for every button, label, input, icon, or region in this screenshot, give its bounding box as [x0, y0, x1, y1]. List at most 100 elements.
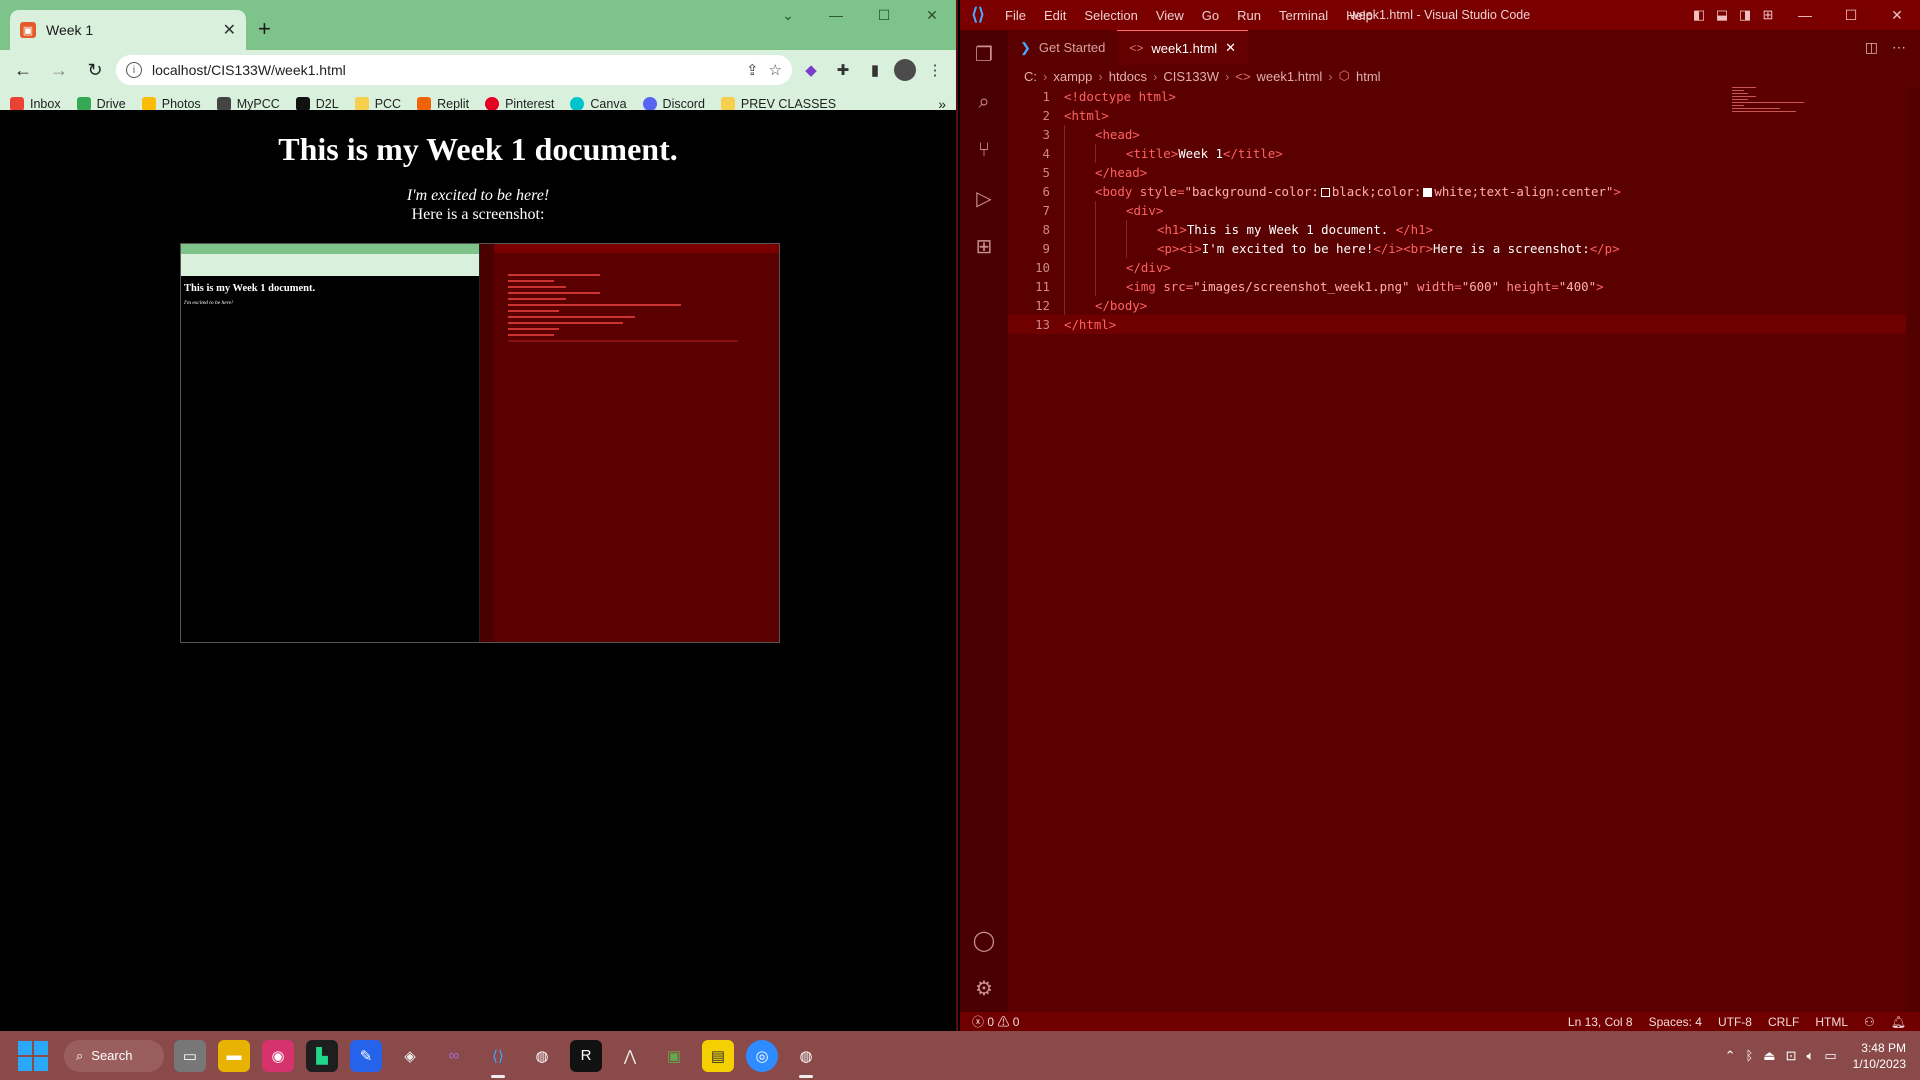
site-info-icon[interactable]: i — [126, 62, 142, 78]
toggle-panel-icon[interactable]: ⬓ — [1713, 7, 1731, 23]
toggle-sidebar-icon[interactable]: ◧ — [1690, 7, 1708, 23]
bookmark-drive[interactable]: Drive — [76, 96, 126, 111]
side-panel-icon[interactable]: ▮ — [862, 57, 888, 83]
minimize-button[interactable]: — — [1782, 7, 1828, 23]
menu-go[interactable]: Go — [1193, 8, 1228, 23]
notifications-bell-icon[interactable]: 🔔︎ — [1891, 1015, 1906, 1029]
taskbar-search[interactable]: ⌕ Search — [64, 1039, 164, 1072]
code-line[interactable]: 8 <h1>This is my Week 1 document. </h1> — [1008, 220, 1920, 239]
visual-studio-icon[interactable]: ∞ — [438, 1040, 470, 1072]
tab-get-started[interactable]: ❯ Get Started — [1008, 30, 1117, 65]
close-tab-icon[interactable]: ✕ — [1225, 40, 1236, 56]
run-debug-icon[interactable]: ▷ — [960, 174, 1008, 222]
sticky-notes-icon[interactable]: ▤ — [702, 1039, 734, 1072]
camera-app-icon[interactable]: ◉ — [262, 1039, 294, 1072]
windows-start-icon[interactable] — [18, 1040, 48, 1071]
bookmark-pcc[interactable]: PCC — [354, 96, 401, 111]
new-tab-button[interactable]: + — [258, 16, 271, 42]
rider-icon[interactable]: R — [570, 1039, 602, 1072]
toggle-secondary-sidebar-icon[interactable]: ◨ — [1736, 7, 1754, 23]
maximize-button[interactable]: ☐ — [1828, 7, 1874, 24]
code-line[interactable]: 9 <p><i>I'm excited to be here!</i><br>He… — [1008, 239, 1920, 258]
menu-run[interactable]: Run — [1228, 8, 1270, 23]
volume-icon[interactable]: 🔈︎ — [1807, 1048, 1815, 1064]
breadcrumb-item[interactable]: htdocs — [1109, 69, 1147, 84]
breadcrumb-item[interactable]: CIS133W — [1163, 69, 1219, 84]
code-line[interactable]: 7 <div> — [1008, 201, 1920, 220]
bookmark-pinterest[interactable]: Pinterest — [485, 96, 554, 111]
code-line[interactable]: 6 <body style="background-color: black;col… — [1008, 182, 1920, 201]
menu-help[interactable]: Help — [1337, 8, 1382, 23]
code-line[interactable]: 4 <title>Week 1</title> — [1008, 144, 1920, 163]
pycharm-icon[interactable]: ▙ — [306, 1039, 338, 1072]
breadcrumb-item[interactable]: week1.html — [1257, 69, 1323, 84]
clock[interactable]: 3:48 PM 1/10/2023 — [1853, 1040, 1906, 1072]
back-button[interactable]: ← — [8, 55, 38, 85]
battery-icon[interactable]: ▭ — [1824, 1048, 1836, 1064]
manage-gear-icon[interactable]: ⚙ — [960, 964, 1008, 1012]
breadcrumb-item[interactable]: html — [1356, 69, 1381, 84]
maximize-button[interactable]: ☐ — [860, 0, 908, 30]
profile-avatar[interactable] — [894, 59, 916, 81]
bluetooth-icon[interactable]: ᛒ — [1745, 1048, 1753, 1063]
chrome-profile-taskbar-icon[interactable]: ◍ — [790, 1040, 822, 1078]
menu-file[interactable]: File — [996, 8, 1035, 23]
bookmark-mypcc[interactable]: MyPCC — [216, 96, 280, 111]
tab-search-icon[interactable]: ⌄ — [764, 0, 812, 30]
share-icon[interactable]: ⇪ — [746, 61, 759, 79]
close-window-button[interactable]: ✕ — [908, 0, 956, 30]
menu-kebab-icon[interactable]: ⋮ — [922, 57, 948, 83]
menu-selection[interactable]: Selection — [1075, 8, 1146, 23]
language-mode[interactable]: HTML — [1815, 1015, 1848, 1029]
search-icon[interactable]: ⌕ — [960, 78, 1008, 126]
menu-edit[interactable]: Edit — [1035, 8, 1075, 23]
tab-week1-html[interactable]: <> week1.html ✕ — [1117, 30, 1249, 65]
file-explorer-gray-icon[interactable]: ▭ — [174, 1039, 206, 1072]
code-line[interactable]: 10 </div> — [1008, 258, 1920, 277]
code-line[interactable]: 11 <img src="images/screenshot_week1.png"… — [1008, 277, 1920, 296]
breadcrumb-item[interactable]: C: — [1024, 69, 1037, 84]
acrobat-icon[interactable]: ⋀ — [614, 1040, 646, 1072]
end-of-line[interactable]: CRLF — [1768, 1015, 1799, 1029]
editor-scrollbar[interactable] — [1906, 87, 1920, 1012]
problems-status[interactable]: ⓧ 0 ⚠ 0 — [972, 1013, 1019, 1030]
code-editor[interactable]: 1 <!doctype html> 2 <html> 3 <head> 4 <title>We… — [1008, 87, 1920, 1012]
writer-app-icon[interactable]: ✎ — [350, 1039, 382, 1072]
show-hidden-icons-icon[interactable]: ⌃ — [1725, 1048, 1736, 1064]
source-control-icon[interactable]: ⑂ — [960, 126, 1008, 174]
network-icon[interactable]: ⊡ — [1786, 1048, 1797, 1064]
bookmark-inbox[interactable]: Inbox — [10, 96, 61, 111]
menu-terminal[interactable]: Terminal — [1270, 8, 1337, 23]
feedback-icon[interactable]: ⚇ — [1864, 1015, 1875, 1029]
bookmark-prev-classes[interactable]: PREV CLASSES — [720, 96, 836, 111]
address-bar[interactable]: i localhost/CIS133W/week1.html ⇪ ☆ — [116, 55, 792, 85]
code-line[interactable]: 5 </head> — [1008, 163, 1920, 182]
bookmark-discord[interactable]: Discord — [642, 96, 705, 111]
unity-icon[interactable]: ◈ — [394, 1040, 426, 1072]
code-line[interactable]: 3 <head> — [1008, 125, 1920, 144]
accounts-icon[interactable]: ◯ — [960, 916, 1008, 964]
more-actions-icon[interactable]: ⋯ — [1892, 39, 1906, 56]
indentation[interactable]: Spaces: 4 — [1649, 1015, 1702, 1029]
extensions-icon[interactable]: ⊞ — [960, 222, 1008, 270]
split-editor-icon[interactable]: ◫ — [1865, 39, 1878, 56]
menu-view[interactable]: View — [1147, 8, 1193, 23]
reload-button[interactable]: ↻ — [80, 55, 110, 85]
bookmark-canva[interactable]: Canva — [570, 96, 627, 111]
extensions-puzzle-icon[interactable]: ✚ — [830, 57, 856, 83]
vscode-taskbar-icon[interactable]: ⟨⟩ — [482, 1040, 514, 1078]
code-line[interactable]: 12 </body> — [1008, 296, 1920, 315]
customize-layout-icon[interactable]: ⊞ — [1759, 7, 1777, 23]
browser-tab[interactable]: ▣ Week 1 ✕ — [10, 10, 246, 50]
extension-icon[interactable]: ◆ — [798, 57, 824, 83]
bookmark-replit[interactable]: Replit — [417, 96, 469, 111]
minecraft-icon[interactable]: ▣ — [658, 1040, 690, 1072]
minimap[interactable] — [1732, 87, 1812, 117]
chrome-taskbar-icon[interactable]: ◍ — [526, 1040, 558, 1072]
breadcrumb-item[interactable]: xampp — [1053, 69, 1092, 84]
bookmark-photos[interactable]: Photos — [141, 96, 201, 111]
close-window-button[interactable]: ✕ — [1874, 7, 1920, 24]
minimize-button[interactable]: — — [812, 0, 860, 30]
close-tab-icon[interactable]: ✕ — [223, 20, 236, 40]
code-line[interactable]: 13 </html> — [1008, 315, 1920, 334]
